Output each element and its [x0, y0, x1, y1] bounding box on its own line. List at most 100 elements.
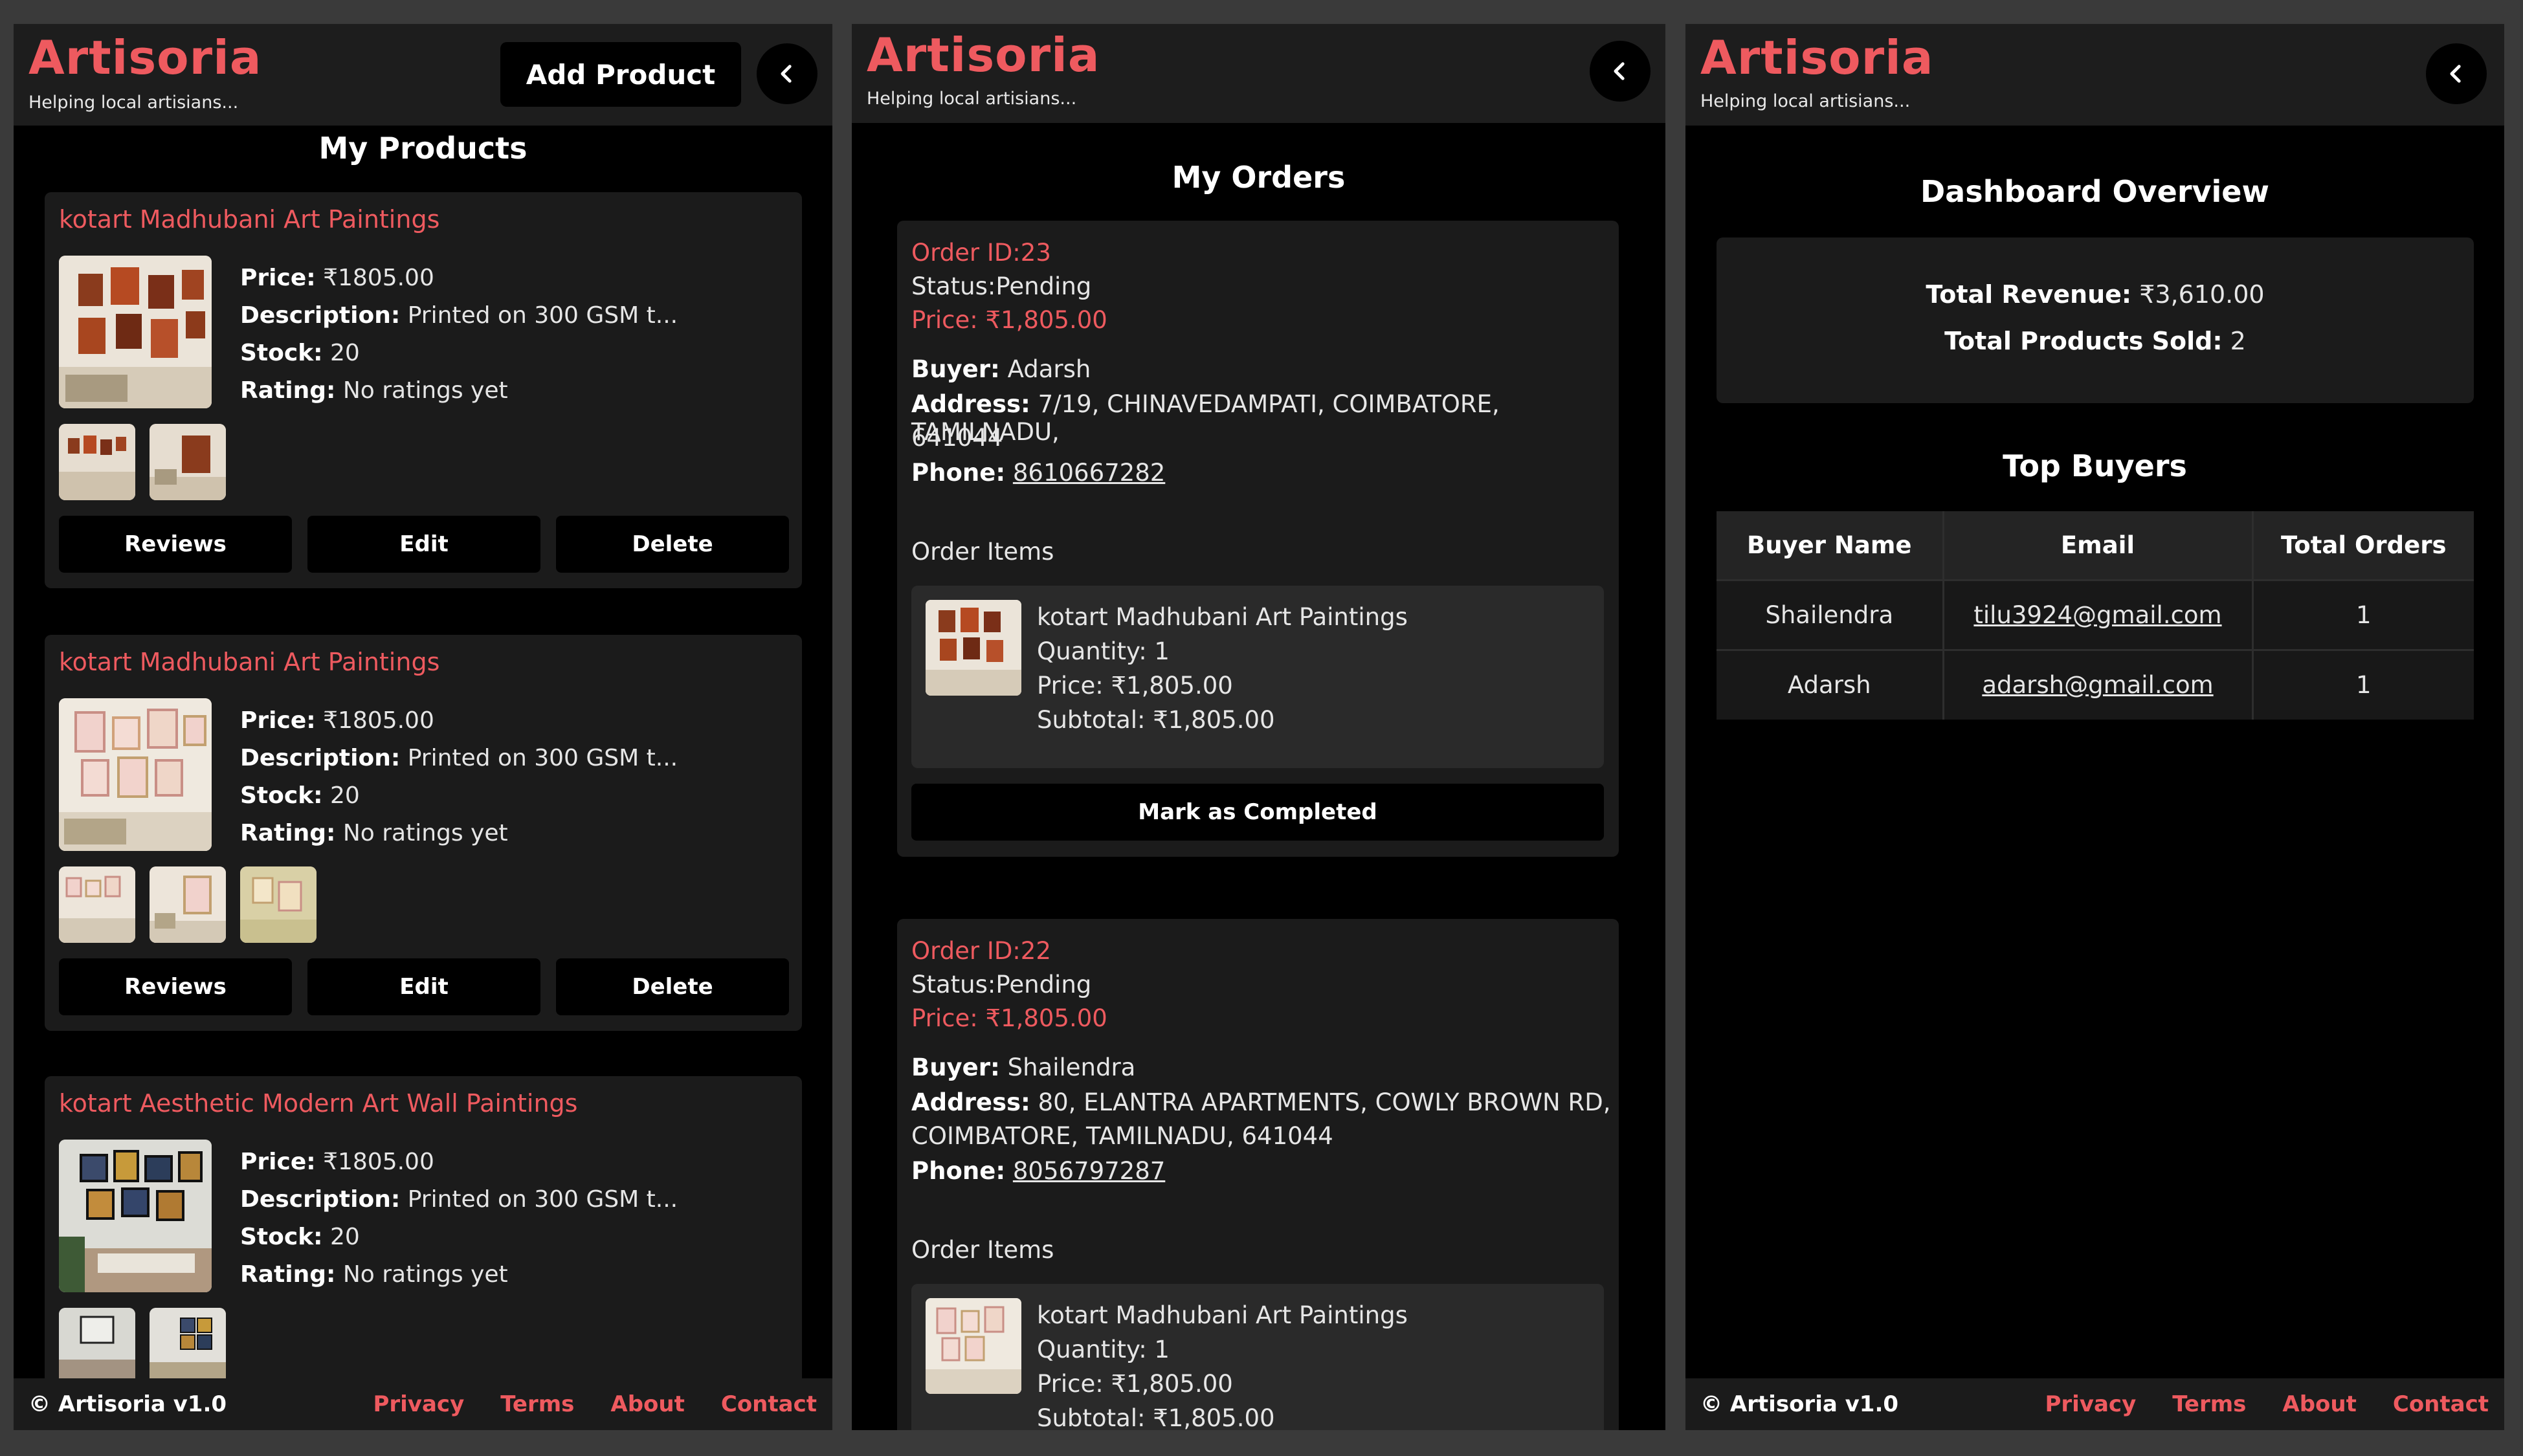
orders-panel: Artisoria Helping local artisians... My … [852, 24, 1665, 1430]
total-orders-cell: 1 [2251, 648, 2474, 720]
order-item-image [926, 1298, 1021, 1394]
order-card: Order ID:22 Status:Pending Price: ₹1,805… [897, 919, 1619, 1430]
brand-logo[interactable]: Artisoria [867, 28, 1100, 82]
product-image[interactable] [59, 698, 212, 851]
product-thumbnail[interactable] [240, 866, 317, 943]
brand-logo[interactable]: Artisoria [1700, 30, 1933, 85]
order-id: Order ID:23 [911, 239, 1051, 267]
footer: © Artisoria v1.0 Privacy Terms About Con… [14, 1378, 832, 1430]
privacy-link[interactable]: Privacy [373, 1391, 464, 1417]
dashboard-panel: Artisoria Helping local artisians... Das… [1685, 24, 2504, 1430]
product-rating: No ratings yet [342, 1261, 508, 1288]
tagline: Helping local artisians... [867, 89, 1077, 109]
product-thumbnail[interactable] [59, 866, 135, 943]
tagline: Helping local artisians... [1700, 91, 1911, 111]
buyer-address-cont: COIMBATORE, TAMILNADU, 641044 [911, 1122, 1333, 1150]
order-status: Status:Pending [911, 272, 1092, 300]
privacy-link[interactable]: Privacy [2045, 1391, 2136, 1417]
phone-link[interactable]: 8610667282 [1013, 459, 1165, 487]
column-header: Email [1942, 511, 2252, 580]
product-stock: 20 [330, 1224, 360, 1250]
buyer-address-cont: 641044 [911, 424, 1003, 452]
product-thumbnails [59, 424, 226, 500]
buyer-name-cell: Adarsh [1717, 648, 1943, 720]
contact-link[interactable]: Contact [2393, 1391, 2489, 1417]
order-item-subtotal: Subtotal: ₹1,805.00 [1037, 706, 1275, 734]
buyer-name: Shailendra [1007, 1053, 1136, 1081]
order-card: Order ID:23 Status:Pending Price: ₹1,805… [897, 221, 1619, 857]
order-item-price: Price: ₹1,805.00 [1037, 1370, 1233, 1398]
product-actions: Reviews Edit Delete [59, 958, 789, 1015]
top-buyers-heading: Top Buyers [2003, 448, 2187, 483]
product-stock: 20 [330, 782, 360, 809]
back-button[interactable] [2426, 43, 2487, 104]
delete-button[interactable]: Delete [556, 958, 789, 1015]
table-row: Adarsh adarsh@gmail.com 1 [1717, 648, 2474, 720]
back-button[interactable] [757, 43, 817, 104]
stats-summary: Total Revenue: ₹3,610.00 Total Products … [1717, 237, 2474, 403]
product-info: Price: ₹1805.00 Description: Printed on … [240, 265, 678, 404]
about-link[interactable]: About [610, 1391, 684, 1417]
footer-links: Privacy Terms About Contact [2045, 1391, 2489, 1417]
order-item-quantity: Quantity: 1 [1037, 1336, 1170, 1363]
product-card: kotart Aesthetic Modern Art Wall Paintin… [45, 1076, 802, 1430]
chevron-left-icon [2450, 65, 2461, 83]
page-title: My Products [318, 131, 528, 166]
order-item-subtotal: Subtotal: ₹1,805.00 [1037, 1404, 1275, 1430]
order-items-heading: Order Items [911, 538, 1054, 566]
back-button[interactable] [1590, 41, 1651, 102]
order-status: Status:Pending [911, 971, 1092, 998]
contact-link[interactable]: Contact [721, 1391, 817, 1417]
product-thumbnail[interactable] [59, 1308, 135, 1384]
reviews-button[interactable]: Reviews [59, 516, 292, 573]
buyer-name: Adarsh [1007, 355, 1091, 383]
footer: © Artisoria v1.0 Privacy Terms About Con… [1685, 1378, 2504, 1430]
order-item: kotart Madhubani Art Paintings Quantity:… [911, 1284, 1604, 1430]
order-id: Order ID:22 [911, 937, 1051, 965]
product-title[interactable]: kotart Madhubani Art Paintings [59, 648, 439, 676]
phone-link[interactable]: 8056797287 [1013, 1157, 1165, 1185]
top-buyers-table: Buyer Name Email Total Orders Shailendra… [1717, 511, 2474, 720]
product-thumbnail[interactable] [150, 866, 226, 943]
delete-button[interactable]: Delete [556, 516, 789, 573]
column-header: Total Orders [2251, 511, 2474, 580]
edit-button[interactable]: Edit [307, 958, 540, 1015]
total-orders-cell: 1 [2251, 579, 2474, 650]
chevron-left-icon [781, 65, 792, 83]
product-description: Printed on 300 GSM t... [407, 1186, 678, 1213]
total-products-sold: 2 [2230, 327, 2246, 355]
product-rating: No ratings yet [342, 377, 508, 404]
terms-link[interactable]: Terms [2172, 1391, 2246, 1417]
total-revenue: ₹3,610.00 [2139, 280, 2265, 309]
product-thumbnail[interactable] [59, 424, 135, 500]
product-thumbnails [59, 866, 317, 943]
add-product-button[interactable]: Add Product [500, 42, 741, 107]
terms-link[interactable]: Terms [500, 1391, 574, 1417]
buyer-address: 80, ELANTRA APARTMENTS, COWLY BROWN RD, [1038, 1088, 1611, 1116]
buyer-name-cell: Shailendra [1717, 579, 1943, 650]
product-price: ₹1805.00 [323, 1149, 434, 1175]
order-price: Price: ₹1,805.00 [911, 1004, 1107, 1032]
product-title[interactable]: kotart Madhubani Art Paintings [59, 205, 439, 234]
product-thumbnail[interactable] [150, 424, 226, 500]
edit-button[interactable]: Edit [307, 516, 540, 573]
product-description: Printed on 300 GSM t... [407, 745, 678, 771]
order-item-name: kotart Madhubani Art Paintings [1037, 603, 1408, 631]
page-title: Dashboard Overview [1920, 174, 2269, 209]
buyer-email-link[interactable]: adarsh@gmail.com [1982, 671, 2213, 699]
product-card: kotart Madhubani Art Paintings Price: ₹1… [45, 635, 802, 1031]
product-thumbnail[interactable] [150, 1308, 226, 1384]
product-image[interactable] [59, 1140, 212, 1292]
reviews-button[interactable]: Reviews [59, 958, 292, 1015]
product-image[interactable] [59, 256, 212, 408]
order-items-heading: Order Items [911, 1236, 1054, 1264]
order-item-price: Price: ₹1,805.00 [1037, 672, 1233, 700]
brand-logo[interactable]: Artisoria [28, 30, 261, 85]
chevron-left-icon [1614, 62, 1625, 80]
app-header: Artisoria Helping local artisians... [1685, 24, 2504, 126]
about-link[interactable]: About [2282, 1391, 2356, 1417]
mark-completed-button[interactable]: Mark as Completed [911, 784, 1604, 841]
product-title[interactable]: kotart Aesthetic Modern Art Wall Paintin… [59, 1089, 577, 1118]
buyer-email-link[interactable]: tilu3924@gmail.com [1973, 601, 2221, 629]
column-header: Buyer Name [1717, 511, 1943, 580]
